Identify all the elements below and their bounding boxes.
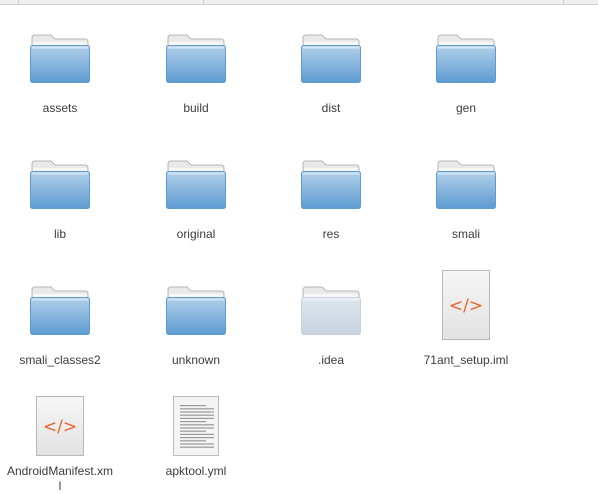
file-item-smali-classes2[interactable]: smali_classes2 xyxy=(0,277,124,368)
file-name: apktool.yml xyxy=(165,464,227,478)
file-item-androidmanifest-xml[interactable]: </> AndroidManifest.xml xyxy=(0,393,124,494)
folder-icon xyxy=(163,151,229,217)
file-item-build[interactable]: build xyxy=(132,25,260,116)
file-name: assets xyxy=(42,101,78,115)
file-name: res xyxy=(322,227,340,241)
file-name: smali_classes2 xyxy=(19,353,101,367)
folder-icon xyxy=(27,151,93,217)
text-file-icon xyxy=(163,393,229,459)
folder-icon xyxy=(298,151,364,217)
file-item-71ant-setup-iml[interactable]: </> 71ant_setup.iml xyxy=(402,267,530,368)
file-name: gen xyxy=(455,101,477,115)
file-item-smali[interactable]: smali xyxy=(402,151,530,242)
folder-icon xyxy=(27,25,93,91)
file-item-idea[interactable]: .idea xyxy=(267,277,395,368)
file-item-gen[interactable]: gen xyxy=(402,25,530,116)
file-item-unknown[interactable]: unknown xyxy=(132,277,260,368)
folder-icon xyxy=(433,151,499,217)
folder-icon xyxy=(298,25,364,91)
file-item-original[interactable]: original xyxy=(132,151,260,242)
code-file-icon: </> xyxy=(27,393,93,459)
file-name: smali xyxy=(451,227,480,241)
file-name: original xyxy=(176,227,216,241)
file-item-apktool-yml[interactable]: apktool.yml xyxy=(132,393,260,479)
hidden-folder-icon xyxy=(298,277,364,343)
file-name: dist xyxy=(321,101,341,115)
code-file-icon: </> xyxy=(433,267,499,343)
file-item-lib[interactable]: lib xyxy=(0,151,124,242)
toolbar-edge xyxy=(0,0,598,5)
file-name: lib xyxy=(53,227,66,241)
folder-icon xyxy=(163,25,229,91)
svg-text:</>: </> xyxy=(43,417,77,437)
folder-icon xyxy=(163,277,229,343)
file-item-dist[interactable]: dist xyxy=(267,25,395,116)
svg-text:</>: </> xyxy=(449,296,483,316)
folder-icon xyxy=(433,25,499,91)
file-name: .idea xyxy=(317,353,345,367)
folder-icon xyxy=(27,277,93,343)
file-item-res[interactable]: res xyxy=(267,151,395,242)
file-name: AndroidManifest.xml xyxy=(6,464,114,493)
file-name: unknown xyxy=(171,353,221,367)
file-name: build xyxy=(183,101,209,115)
file-name: 71ant_setup.iml xyxy=(423,353,509,367)
file-item-assets[interactable]: assets xyxy=(0,25,124,116)
